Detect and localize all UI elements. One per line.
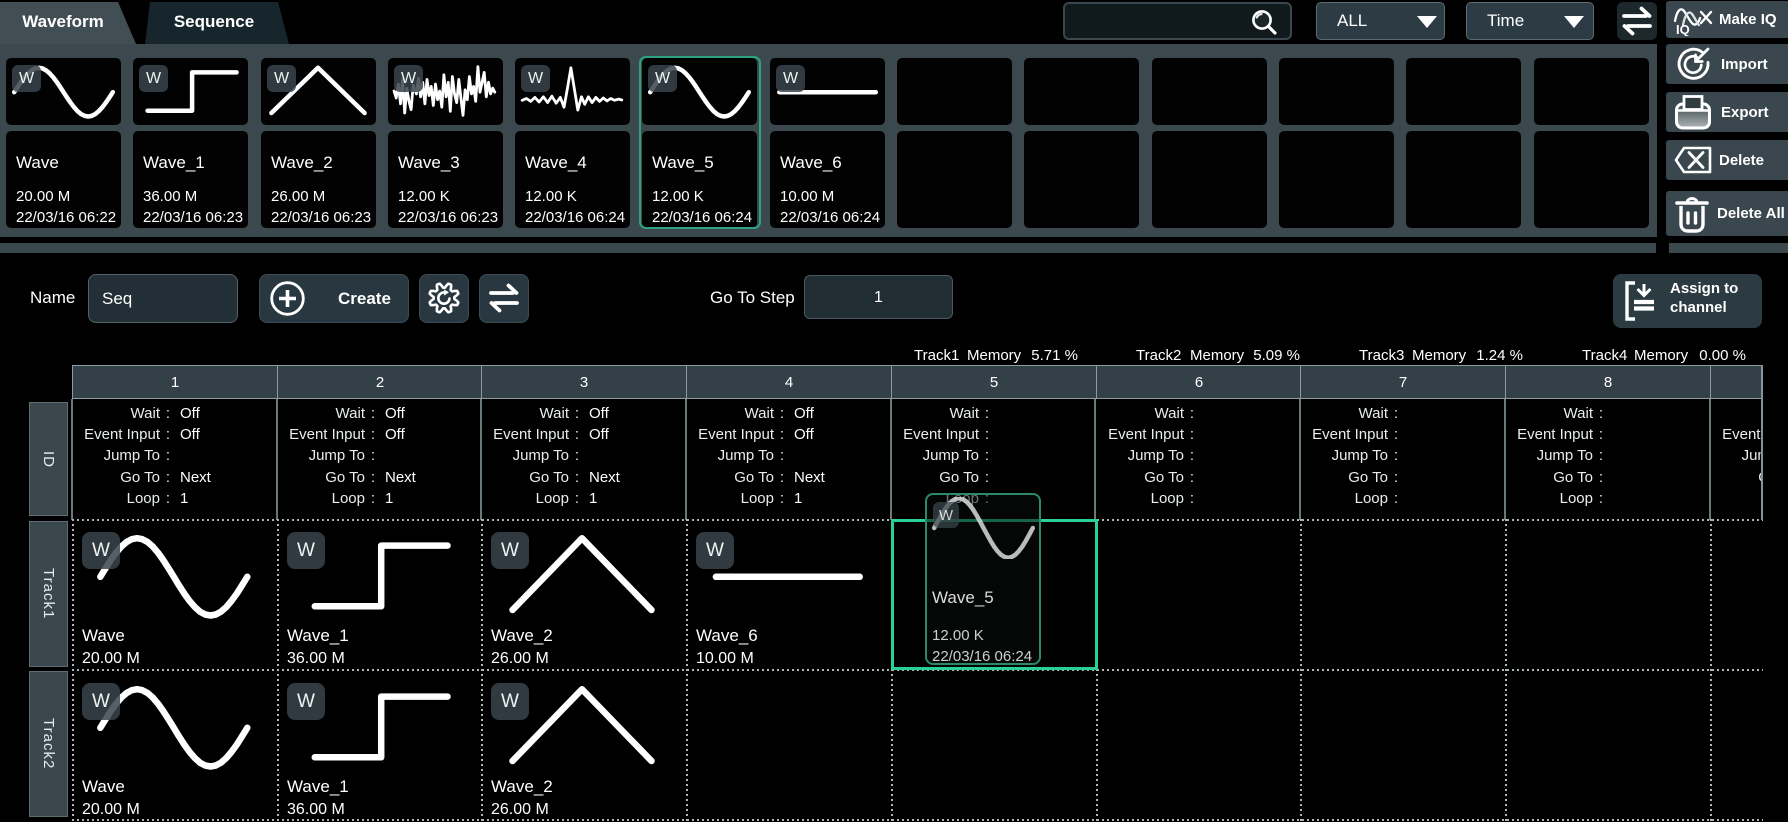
svg-text:IQ: IQ	[1676, 22, 1690, 36]
